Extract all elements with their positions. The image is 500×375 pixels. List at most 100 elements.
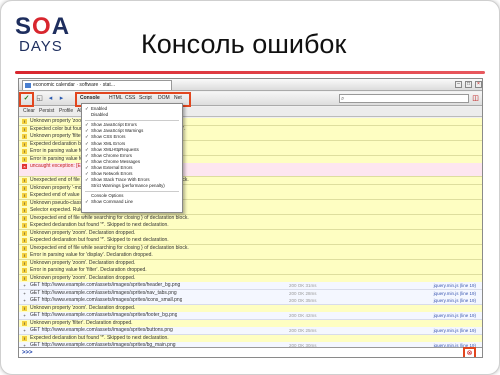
warning-icon: ! (22, 320, 27, 326)
menu-item-label: Show External Errors (91, 164, 133, 170)
warning-icon: ! (22, 149, 27, 154)
warning-icon: ! (22, 119, 27, 124)
menu-item-label: Show JavaScript Warnings (91, 128, 144, 134)
log-message: GET http://www.example.com/assets/images… (30, 289, 177, 296)
command-line[interactable]: >>> ⊗ (19, 347, 482, 357)
expand-icon: + (23, 283, 26, 288)
search-icon: ⌕ (341, 96, 345, 102)
warning-icon: ! (22, 215, 27, 221)
page-favicon-icon (25, 83, 31, 88)
log-source-link[interactable]: jquery.min.js (line 19) (434, 297, 476, 304)
command-prompt: >>> (22, 350, 33, 356)
error-indicator-icon[interactable]: ⊗ (465, 349, 474, 357)
warning-icon: ! (22, 193, 27, 198)
log-status: 200 OK 31ms (289, 283, 317, 288)
menu-item-label: Show JavaScript Errors (91, 122, 137, 128)
log-status: 200 OK 35ms (289, 298, 317, 303)
browser-tab-bar: economic calendar · software · stat... –… (19, 79, 482, 91)
log-message: GET http://www.example.com/assets/images… (30, 327, 173, 333)
warning-icon: ! (22, 335, 27, 341)
menu-separator (85, 190, 179, 192)
log-source-link[interactable]: jquery.min.js (line 19) (434, 290, 476, 297)
log-message: Error in parsing value for 'display'. De… (30, 252, 153, 258)
log-message: Unknown property 'zoom'. Declaration dro… (30, 229, 136, 236)
back-arrow-icon[interactable]: ◂ (46, 94, 55, 103)
log-message: Unexpected end of file while searching f… (30, 214, 189, 221)
warning-icon: ! (22, 156, 27, 162)
menu-item-label: Strict Warnings (performance penalty) (91, 183, 165, 189)
minimize-icon[interactable]: – (455, 81, 462, 88)
title-divider (15, 71, 485, 74)
logo-days: DAYS (19, 38, 63, 55)
warning-icon: ! (22, 268, 27, 273)
menu-item-label: Show Command Line (91, 199, 133, 205)
menu-item-label: Show XMLHttpRequests (91, 146, 139, 152)
log-message: Unknown property 'filter'. Declaration d… (30, 319, 133, 326)
log-message: Expected declaration but found '*'. Skip… (30, 222, 169, 228)
expand-icon: + (23, 290, 26, 296)
log-status: 200 OK 28ms (289, 290, 317, 296)
slide: SOA DAYS Консоль ошибок economic calenda… (0, 0, 500, 375)
search-input[interactable]: ⌕ (339, 94, 469, 103)
menu-item-label: Show Chrome Messages (91, 158, 141, 164)
forward-arrow-icon[interactable]: ▸ (57, 94, 66, 103)
menu-item-label: Show XML Errors (91, 140, 126, 146)
log-source-link[interactable]: jquery.min.js (line 19) (434, 312, 476, 319)
warning-icon: ! (22, 260, 27, 266)
log-message: Expected declaration but found '*'. Skip… (30, 237, 169, 243)
menu-item-label: Show Chrome Errors (91, 152, 132, 158)
warning-icon: ! (22, 253, 27, 258)
warning-icon: ! (22, 230, 27, 236)
warning-icon: ! (22, 126, 27, 132)
error-icon: × (22, 164, 27, 169)
maximize-icon[interactable]: □ (465, 81, 472, 88)
expand-icon: + (23, 313, 26, 318)
console-options-menu: ✓ Enabled Disabled ✓ Show JavaScript Errors ✓… (81, 103, 183, 213)
menu-item-label: Show Network Errors (91, 171, 133, 176)
logo-letter-s: S (15, 13, 33, 40)
warning-icon: ! (22, 275, 27, 281)
menu-item-label: Show CSS Errors (91, 134, 126, 140)
log-message: Expected declaration but found '*'. Skip… (30, 334, 169, 341)
menu-item[interactable]: Disabled (82, 112, 182, 119)
log-message: Unknown property 'zoom'. Declaration dro… (30, 304, 136, 311)
clear-button[interactable]: Clear (23, 108, 35, 114)
warning-icon: ! (22, 245, 27, 251)
log-status: 200 OK 25ms (289, 328, 317, 333)
warning-icon: ! (22, 141, 27, 147)
warning-icon: ! (22, 200, 27, 206)
inspect-icon[interactable]: ◱ (35, 94, 44, 103)
log-message: GET http://www.example.com/assets/images… (30, 297, 183, 303)
warning-icon: ! (22, 238, 27, 243)
browser-tab[interactable]: economic calendar · software · stat... (22, 80, 172, 90)
detach-icon[interactable]: ◫ (471, 94, 480, 103)
menu-separator (85, 119, 179, 121)
logo-soa: SOA (15, 13, 71, 40)
log-message: Error in parsing value for 'filter'. Dec… (30, 267, 147, 273)
menu-item-label: Enabled (91, 106, 108, 111)
firebug-icon-highlight (19, 92, 34, 107)
log-status: 200 OK 42ms (289, 313, 317, 318)
log-source-link[interactable]: jquery.min.js (line 19) (434, 327, 476, 334)
expand-icon: + (23, 328, 26, 333)
log-message: GET http://www.example.com/assets/images… (30, 312, 178, 318)
persist-button[interactable]: Persist (39, 108, 54, 114)
warning-icon: ! (22, 185, 27, 191)
menu-item[interactable]: Strict Warnings (performance penalty) (82, 183, 182, 190)
close-icon[interactable]: × (475, 81, 482, 88)
page-title: Консоль ошибок (141, 29, 347, 59)
warning-icon: ! (22, 134, 27, 139)
logo-letter-a: A (51, 13, 71, 40)
browser-tab-title: economic calendar · software · stat... (33, 82, 115, 88)
logo-letter-o: O (32, 13, 52, 40)
expand-icon: + (23, 298, 26, 303)
warning-icon: ! (22, 305, 27, 311)
menu-item-label: Show Stack Trace With Errors (91, 177, 150, 183)
soa-days-logo: SOA DAYS (15, 13, 71, 63)
menu-item[interactable]: ✓ Show Command Line (82, 199, 182, 206)
profile-button[interactable]: Profile (59, 108, 73, 114)
log-message: Unknown property 'zoom'. Declaration dro… (30, 259, 136, 266)
log-message: GET http://www.example.com/assets/images… (30, 282, 181, 288)
log-source-link[interactable]: jquery.min.js (line 19) (434, 282, 476, 289)
menu-item-label: Disabled (91, 112, 109, 118)
